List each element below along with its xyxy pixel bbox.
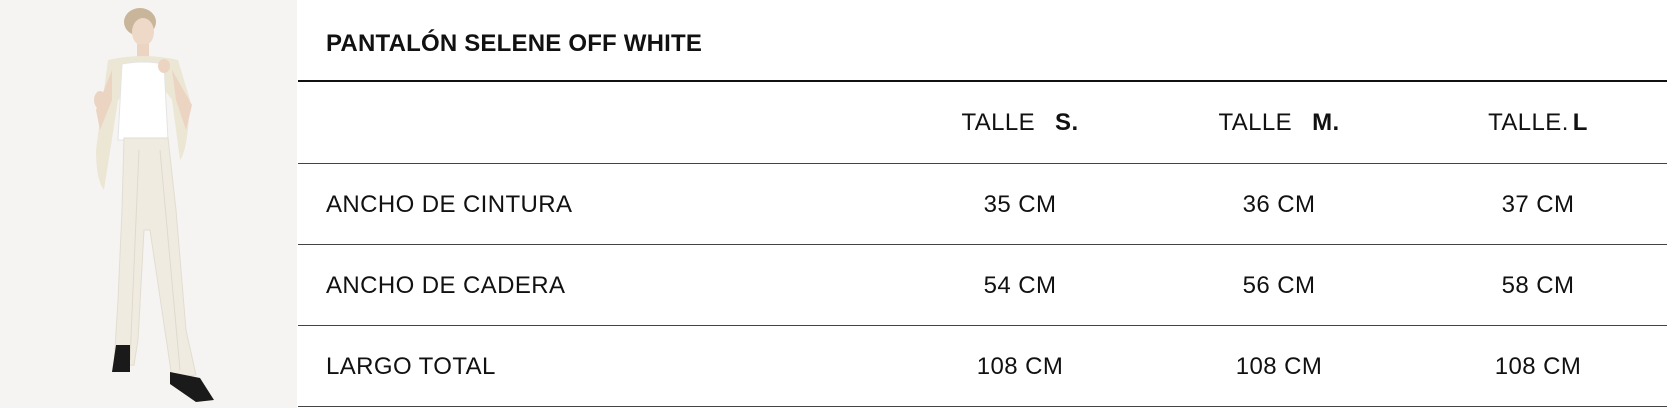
measure-label: LARGO TOTAL — [326, 352, 496, 380]
size-header-m: TALLE M. — [1149, 82, 1409, 163]
measure-value-s: 35 CM — [983, 190, 1057, 218]
table-row: ANCHO DE CADERA 54 CM 56 CM 58 CM — [298, 245, 1667, 326]
size-letter: L — [1572, 108, 1588, 136]
size-prefix: TALLE — [961, 108, 1036, 136]
measure-value-m: 36 CM — [1242, 190, 1316, 218]
measure-value-m: 108 CM — [1235, 352, 1323, 380]
table-row: LARGO TOTAL 108 CM 108 CM 108 CM — [298, 326, 1667, 407]
table-row: ANCHO DE CINTURA 35 CM 36 CM 37 CM — [298, 164, 1667, 245]
product-title: PANTALÓN SELENE OFF WHITE — [326, 30, 703, 57]
size-header-row: TALLE S. TALLE M. TALLE. L — [298, 82, 1667, 163]
product-photo — [0, 0, 297, 408]
measure-value-l: 58 CM — [1501, 271, 1575, 299]
measure-label: ANCHO DE CADERA — [326, 271, 566, 299]
size-prefix: TALLE — [1218, 108, 1293, 136]
row-divider — [298, 406, 1667, 407]
measure-value-l: 108 CM — [1494, 352, 1582, 380]
measure-value-l: 37 CM — [1501, 190, 1575, 218]
size-prefix: TALLE. — [1488, 108, 1569, 136]
measure-value-s: 54 CM — [983, 271, 1057, 299]
size-letter: S. — [1055, 108, 1079, 136]
size-letter: M. — [1312, 108, 1340, 136]
measure-value-s: 108 CM — [976, 352, 1064, 380]
size-header-s: TALLE S. — [890, 82, 1150, 163]
measure-value-m: 56 CM — [1242, 271, 1316, 299]
measure-label: ANCHO DE CINTURA — [326, 190, 573, 218]
size-header-l: TALLE. L — [1408, 82, 1667, 163]
model-illustration — [0, 0, 297, 408]
size-table: PANTALÓN SELENE OFF WHITE TALLE S. TALLE M… — [298, 0, 1667, 408]
